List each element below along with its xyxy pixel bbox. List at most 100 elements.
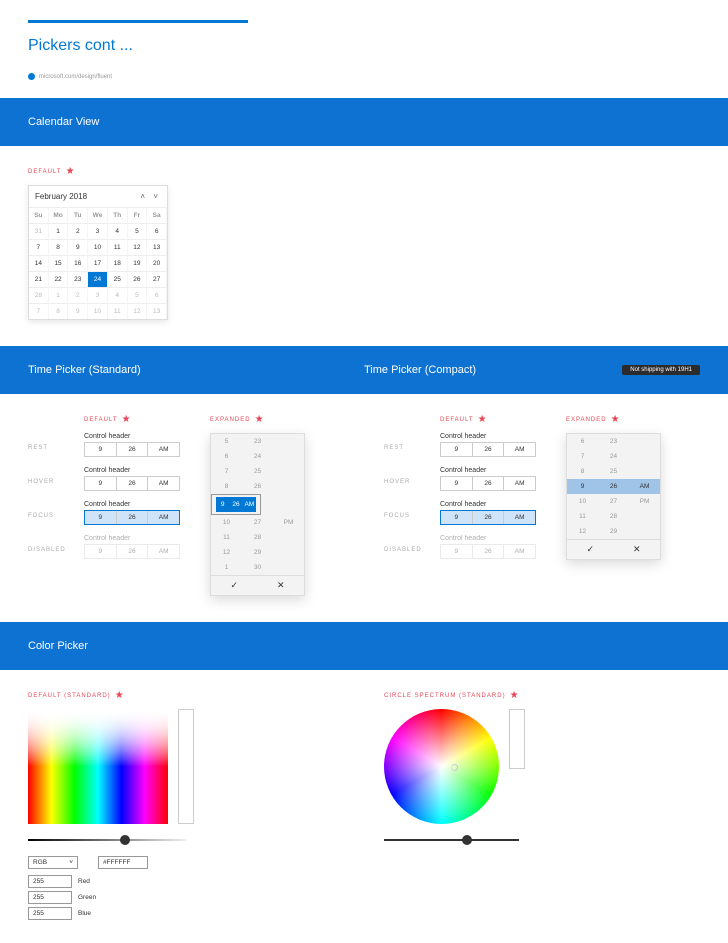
calendar-day[interactable]: 22 <box>49 271 69 287</box>
calendar-day[interactable]: 3 <box>88 287 108 303</box>
time-option[interactable] <box>273 464 304 479</box>
time-ampm[interactable]: AM <box>504 511 535 524</box>
calendar-day[interactable]: 8 <box>49 239 69 255</box>
time-option[interactable]: 27 <box>242 515 273 530</box>
time-hour[interactable]: 9 <box>441 443 473 456</box>
calendar-day[interactable]: 10 <box>88 303 108 319</box>
color-mode-select[interactable]: RGB ˅ <box>28 856 78 869</box>
calendar-day[interactable]: 11 <box>108 303 128 319</box>
calendar-day[interactable]: 1 <box>49 223 69 239</box>
time-option[interactable]: 28 <box>598 509 629 524</box>
time-option[interactable]: 26 <box>242 479 273 494</box>
time-picker[interactable]: 926AM <box>84 510 180 525</box>
time-picker-expanded[interactable]: 523624725826926AM1027PM11281229130 ✓ ✕ <box>210 433 305 596</box>
time-option[interactable]: 8 <box>567 464 598 479</box>
time-option[interactable] <box>273 545 304 560</box>
time-option[interactable]: 6 <box>211 449 242 464</box>
calendar-day[interactable]: 27 <box>147 271 167 287</box>
time-minute[interactable]: 26 <box>473 443 505 456</box>
time-hour[interactable]: 9 <box>85 511 117 524</box>
time-minute[interactable]: 26 <box>117 443 149 456</box>
time-option[interactable]: 29 <box>598 524 629 539</box>
value-slider[interactable] <box>28 834 186 846</box>
calendar-day[interactable]: 23 <box>68 271 88 287</box>
calendar-day[interactable]: 2 <box>68 287 88 303</box>
calendar-day[interactable]: 4 <box>108 223 128 239</box>
calendar-day[interactable]: 13 <box>147 239 167 255</box>
time-option[interactable]: 23 <box>242 434 273 449</box>
time-option[interactable]: 8 <box>211 479 242 494</box>
slider-thumb[interactable] <box>120 835 130 845</box>
time-option[interactable]: 7 <box>211 464 242 479</box>
time-ampm[interactable]: AM <box>504 477 535 490</box>
cancel-button[interactable]: ✕ <box>614 540 661 559</box>
calendar-day[interactable]: 4 <box>108 287 128 303</box>
time-option[interactable] <box>273 434 304 449</box>
accept-button[interactable]: ✓ <box>567 540 614 559</box>
calendar-day[interactable]: 15 <box>49 255 69 271</box>
time-option[interactable] <box>273 449 304 464</box>
time-option[interactable]: AM <box>243 497 256 512</box>
calendar-day[interactable]: 1 <box>49 287 69 303</box>
calendar-day[interactable]: 8 <box>49 303 69 319</box>
calendar-day[interactable]: 31 <box>29 223 49 239</box>
red-input[interactable]: 255 <box>28 875 72 888</box>
calendar-day[interactable]: 18 <box>108 255 128 271</box>
time-option[interactable] <box>273 530 304 545</box>
blue-input[interactable]: 255 <box>28 907 72 920</box>
calendar-day[interactable]: 17 <box>88 255 108 271</box>
time-option[interactable]: AM <box>629 479 660 494</box>
time-option[interactable]: 5 <box>211 434 242 449</box>
calendar-day[interactable]: 6 <box>147 287 167 303</box>
calendar-view[interactable]: February 2018 ˄ ˅ SuMoTuWeThFrSa31123456… <box>28 185 168 320</box>
time-option[interactable]: 26 <box>229 497 242 512</box>
time-picker[interactable]: 926AM <box>440 476 536 491</box>
calendar-month[interactable]: February 2018 <box>35 192 87 201</box>
time-option[interactable] <box>629 509 660 524</box>
time-option[interactable]: 23 <box>598 434 629 449</box>
time-option[interactable]: 26 <box>598 479 629 494</box>
time-option[interactable]: 9 <box>567 479 598 494</box>
time-hour[interactable]: 9 <box>441 511 473 524</box>
time-option[interactable]: 7 <box>567 449 598 464</box>
calendar-day[interactable]: 20 <box>147 255 167 271</box>
calendar-day[interactable]: 2 <box>68 223 88 239</box>
time-option[interactable]: 24 <box>242 449 273 464</box>
calendar-day[interactable]: 25 <box>108 271 128 287</box>
time-hour[interactable]: 9 <box>85 477 117 490</box>
time-minute[interactable]: 26 <box>473 511 505 524</box>
calendar-day[interactable]: 5 <box>128 223 148 239</box>
calendar-day[interactable]: 9 <box>68 239 88 255</box>
time-picker[interactable]: 926AM <box>84 476 180 491</box>
time-minute[interactable]: 26 <box>117 511 149 524</box>
calendar-day[interactable]: 3 <box>88 223 108 239</box>
calendar-day[interactable]: 19 <box>128 255 148 271</box>
time-hour[interactable]: 9 <box>441 477 473 490</box>
calendar-day[interactable]: 11 <box>108 239 128 255</box>
time-option[interactable]: 10 <box>211 515 242 530</box>
calendar-day[interactable]: 26 <box>128 271 148 287</box>
calendar-day[interactable]: 7 <box>29 239 49 255</box>
time-option[interactable]: 11 <box>211 530 242 545</box>
calendar-day[interactable]: 5 <box>128 287 148 303</box>
time-ampm[interactable]: AM <box>148 477 179 490</box>
time-ampm[interactable]: AM <box>504 443 535 456</box>
time-picker-compact-expanded[interactable]: 623724825926AM1027PM11281229 ✓ ✕ <box>566 433 661 560</box>
time-minute[interactable]: 26 <box>473 477 505 490</box>
time-option[interactable]: 28 <box>242 530 273 545</box>
calendar-day[interactable]: 9 <box>68 303 88 319</box>
cancel-button[interactable]: ✕ <box>258 576 305 595</box>
time-option[interactable] <box>629 524 660 539</box>
time-option[interactable]: 12 <box>567 524 598 539</box>
calendar-day[interactable]: 10 <box>88 239 108 255</box>
time-option[interactable]: 1 <box>211 560 242 575</box>
calendar-day[interactable]: 6 <box>147 223 167 239</box>
time-picker[interactable]: 926AM <box>440 510 536 525</box>
color-wheel[interactable] <box>384 709 499 824</box>
hex-input[interactable]: #FFFFFF <box>98 856 148 869</box>
time-option[interactable] <box>273 560 304 575</box>
calendar-day[interactable]: 28 <box>29 287 49 303</box>
time-ampm[interactable]: AM <box>148 443 179 456</box>
time-option[interactable]: 9 <box>216 497 229 512</box>
time-option[interactable] <box>629 434 660 449</box>
